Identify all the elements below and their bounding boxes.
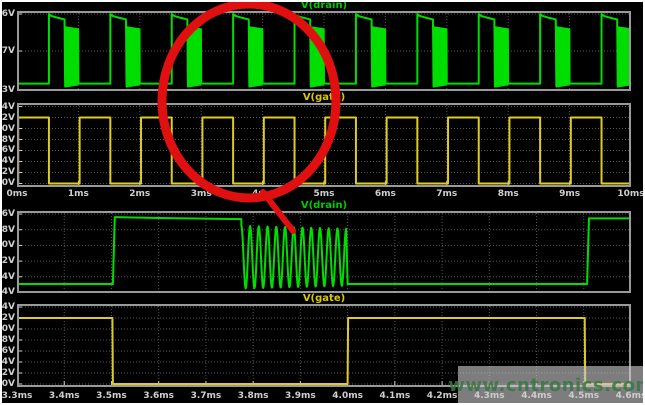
y-tick-label: 17V [0, 46, 15, 56]
y-tick-label: 6V [2, 346, 15, 356]
y-tick-label: 14V [0, 302, 15, 312]
x-tick-label: 10ms [617, 189, 644, 200]
y-tick-label: 28V [0, 225, 15, 235]
x-tick-label: 4ms [252, 189, 273, 200]
y-tick-label: 2V [2, 368, 15, 378]
y-tick-label: 2V [2, 167, 15, 177]
y-tick-label: 12V [0, 313, 15, 323]
x-tick-label: 7ms [436, 189, 457, 200]
y-tick-label: 4V [2, 272, 15, 282]
x-tick-label: 4.0ms [332, 391, 363, 402]
plot-gate-overview [17, 103, 631, 187]
x-tick-label: 3.6ms [143, 391, 174, 402]
y-tick-label: 0V [2, 178, 15, 188]
x-tick-label: 8ms [498, 189, 519, 200]
y-tick-label: 12V [0, 256, 15, 266]
watermark: www.cntronics.com [458, 366, 645, 405]
y-tick-label: 8V [2, 335, 15, 345]
y-tick-label: 20V [0, 240, 15, 250]
x-tick-label: 2ms [129, 189, 150, 200]
x-tick-label: 4.1ms [380, 391, 411, 402]
plot-drain-zoom [17, 211, 631, 293]
y-tick-label: -3V [0, 85, 15, 95]
plot-drain-overview [17, 11, 631, 91]
x-tick-label: 3.8ms [238, 391, 269, 402]
y-tick-label: 36V [0, 9, 15, 19]
y-tick-label: 10V [0, 324, 15, 334]
y-tick-label: -4V [0, 287, 15, 297]
title-gate-zoom: V(gate) [303, 293, 345, 304]
x-tick-label: 3.3ms [2, 391, 33, 402]
y-tick-label: 4V [2, 357, 15, 367]
x-tick-label: 9ms [559, 189, 580, 200]
y-tick-label: 10V [0, 124, 15, 134]
x-tick-label: 3ms [191, 189, 212, 200]
x-tick-label: 1ms [68, 189, 89, 200]
y-tick-label: 8V [2, 135, 15, 145]
waveform-viewer: V(drain) V(gate) V(drain) V(gate) 36V 17V… [0, 0, 645, 405]
x-tick-label: 6ms [375, 189, 396, 200]
y-tick-label: 4V [2, 156, 15, 166]
title-drain-overview: V(drain) [301, 0, 347, 11]
x-tick-label: 3.4ms [49, 391, 80, 402]
y-tick-label: 0V [2, 379, 15, 389]
title-drain-zoom: V(drain) [301, 200, 347, 211]
y-tick-label: 36V [0, 209, 15, 219]
x-tick-label: 3.9ms [285, 391, 316, 402]
x-tick-label: 0ms [7, 189, 28, 200]
x-tick-label: 3.5ms [96, 391, 127, 402]
title-gate-overview: V(gate) [303, 92, 345, 103]
x-tick-label: 3.7ms [191, 391, 222, 402]
y-tick-label: 12V [0, 113, 15, 123]
x-tick-label: 5ms [314, 189, 335, 200]
y-tick-label: 6V [2, 145, 15, 155]
y-tick-label: 14V [0, 102, 15, 112]
